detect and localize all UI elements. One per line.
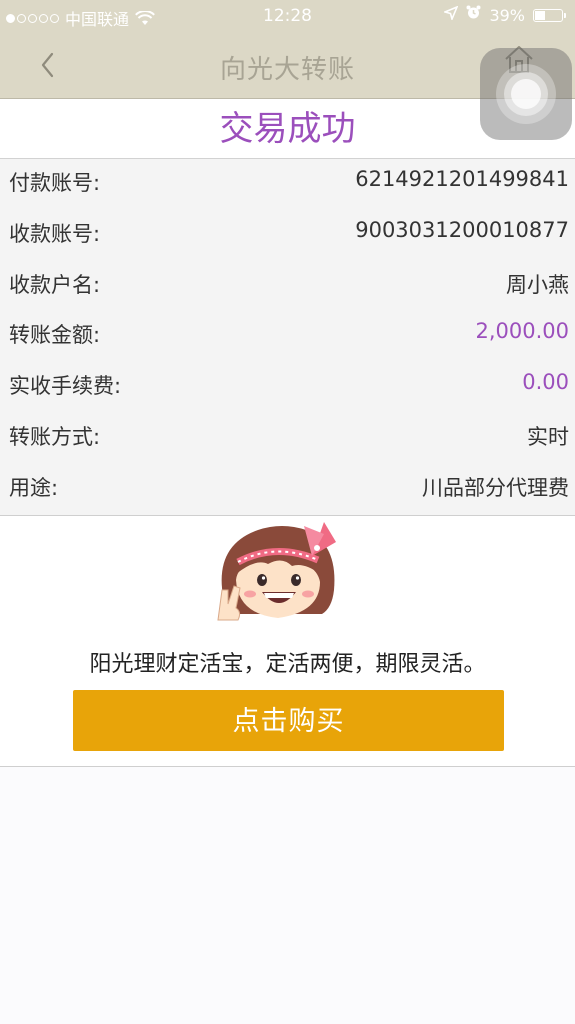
- detail-value: 周小燕: [506, 273, 569, 297]
- status-right: 39%: [442, 5, 566, 25]
- battery-fill: [535, 10, 545, 20]
- detail-value: 0.00: [522, 370, 569, 394]
- detail-label: 收款账号:: [9, 222, 101, 246]
- detail-label: 转账金额:: [9, 323, 101, 347]
- promo-text: 阳光理财定活宝，定活两便，期限灵活。: [89, 652, 486, 677]
- detail-value: 6214921201499841: [355, 167, 569, 191]
- detail-value: 实时: [527, 425, 569, 449]
- detail-row-amount: 转账金额: 2,000.00: [0, 311, 575, 361]
- detail-value: 9003031200010877: [355, 218, 569, 242]
- detail-label: 用途:: [9, 476, 59, 500]
- detail-row-transfer-method: 转账方式: 实时: [0, 413, 575, 463]
- cartoon-girl-mascot-image: [212, 516, 342, 626]
- detail-value: 川品部分代理费: [422, 476, 569, 500]
- detail-label: 收款户名:: [9, 273, 101, 297]
- promo-section: 阳光理财定活宝，定活两便，期限灵活。 点击购买: [0, 516, 575, 767]
- detail-row-fee: 实收手续费: 0.00: [0, 362, 575, 412]
- detail-row-purpose: 用途: 川品部分代理费: [0, 464, 575, 514]
- battery-percentage: 39%: [489, 5, 525, 25]
- detail-row-payer-account: 付款账号: 6214921201499841: [0, 159, 575, 209]
- status-bar: 中国联通 12:28 39%: [0, 0, 575, 33]
- detail-row-payee-name: 收款户名: 周小燕: [0, 261, 575, 311]
- transfer-details: 付款账号: 6214921201499841 收款账号: 90030312000…: [0, 159, 575, 516]
- detail-value: 2,000.00: [475, 319, 569, 343]
- buy-now-button[interactable]: 点击购买: [73, 690, 504, 751]
- empty-area: [0, 767, 575, 1024]
- alarm-icon: [466, 5, 481, 25]
- detail-label: 实收手续费:: [9, 374, 122, 398]
- location-icon: [442, 5, 459, 25]
- assistive-touch-button[interactable]: [480, 48, 572, 140]
- detail-label: 付款账号:: [9, 171, 101, 195]
- battery-icon: [533, 8, 566, 22]
- detail-label: 转账方式:: [9, 425, 101, 449]
- detail-row-payee-account: 收款账号: 9003031200010877: [0, 210, 575, 260]
